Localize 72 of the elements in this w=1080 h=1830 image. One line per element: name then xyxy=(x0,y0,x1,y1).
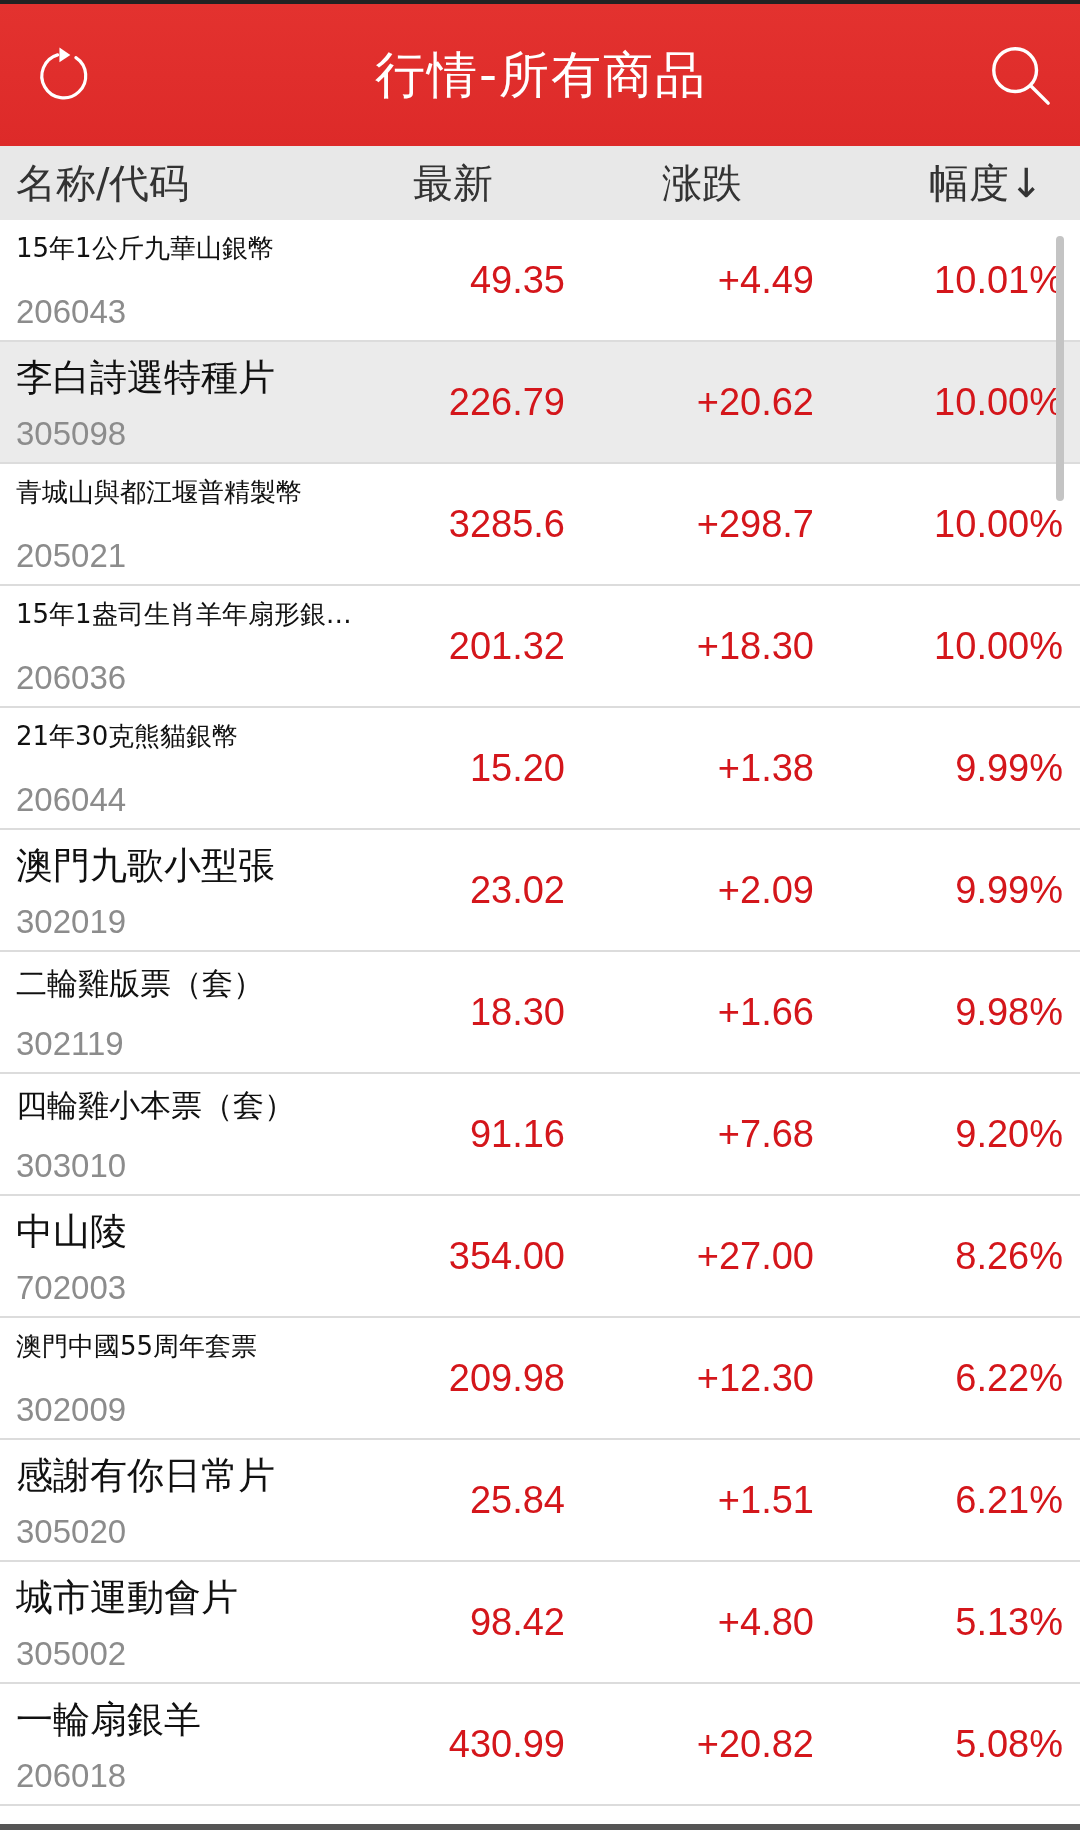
product-name: 15年1公斤九華山銀幣 xyxy=(16,232,275,265)
product-name: 一輪扇銀羊 xyxy=(16,1697,202,1743)
latest-price: 209.98 xyxy=(447,1356,565,1400)
price-change: +1.38 xyxy=(716,746,814,790)
product-code: 302019 xyxy=(16,902,128,942)
change-percent: 9.99% xyxy=(954,746,1063,790)
quote-row[interactable]: 李白詩選特種片 305098 226.79 +20.62 10.00% xyxy=(0,342,1080,464)
price-change: +2.09 xyxy=(716,868,814,912)
latest-price: 354.00 xyxy=(447,1234,565,1278)
product-name: 感謝有你日常片 xyxy=(16,1453,276,1499)
latest-price: 23.02 xyxy=(468,868,565,912)
latest-price: 98.42 xyxy=(468,1600,565,1644)
change-percent: 6.21% xyxy=(954,1478,1063,1522)
product-code: 702003 xyxy=(16,1268,128,1308)
latest-price: 25.84 xyxy=(468,1478,565,1522)
latest-price: 15.20 xyxy=(468,746,565,790)
price-change: +12.30 xyxy=(695,1356,814,1400)
scrollbar[interactable] xyxy=(1056,236,1064,501)
product-code: 303010 xyxy=(16,1146,128,1186)
product-name: 中山陵 xyxy=(16,1209,128,1255)
latest-price: 18.30 xyxy=(468,990,565,1034)
product-name: 城市運動會片 xyxy=(16,1575,239,1621)
product-name: 四輪雞小本票（套） xyxy=(16,1086,296,1125)
latest-price: 49.35 xyxy=(468,258,565,302)
product-code: 206018 xyxy=(16,1756,128,1796)
price-change: +4.49 xyxy=(716,258,814,302)
product-name: 15年1盎司生肖羊年扇形銀… xyxy=(16,598,353,631)
product-name: 21年30克熊貓銀幣 xyxy=(16,720,240,753)
price-change: +298.7 xyxy=(695,502,814,546)
latest-price: 3285.6 xyxy=(447,502,565,546)
latest-price: 226.79 xyxy=(447,380,565,424)
change-percent: 8.26% xyxy=(954,1234,1063,1278)
product-code: 302009 xyxy=(16,1390,128,1430)
latest-price: 201.32 xyxy=(447,624,565,668)
column-header[interactable]: 幅度↓ xyxy=(814,155,1063,211)
change-percent: 10.00% xyxy=(933,502,1063,546)
change-percent: 9.20% xyxy=(954,1112,1063,1156)
product-code: 206044 xyxy=(16,780,128,820)
change-percent: 5.13% xyxy=(954,1600,1063,1644)
change-percent: 6.22% xyxy=(954,1356,1063,1400)
price-change: +1.51 xyxy=(716,1478,814,1522)
price-change: +20.82 xyxy=(695,1722,814,1766)
price-change: +27.00 xyxy=(695,1234,814,1278)
change-percent: 5.08% xyxy=(954,1722,1063,1766)
product-code: 302119 xyxy=(16,1024,125,1064)
product-name: 李白詩選特種片 xyxy=(16,355,276,401)
product-code: 206043 xyxy=(16,292,128,332)
change-percent: 9.98% xyxy=(954,990,1063,1034)
product-name: 青城山與都江堰普精製幣 xyxy=(16,476,303,509)
change-percent: 10.00% xyxy=(933,624,1063,668)
column-header[interactable]: 最新 xyxy=(340,155,565,211)
column-header[interactable]: 名称/代码 xyxy=(0,155,340,211)
product-code: 305020 xyxy=(16,1512,128,1552)
product-code: 205021 xyxy=(16,536,128,576)
product-name: 澳門九歌小型張 xyxy=(16,843,276,889)
change-percent: 9.99% xyxy=(954,868,1063,912)
price-change: +18.30 xyxy=(695,624,814,668)
product-code: 305002 xyxy=(16,1634,128,1674)
price-change: +7.68 xyxy=(716,1112,814,1156)
latest-price: 91.16 xyxy=(468,1112,565,1156)
product-name: 二輪雞版票（套） xyxy=(16,964,265,1003)
change-percent: 10.01% xyxy=(933,258,1063,302)
product-code: 305098 xyxy=(16,414,128,454)
product-code: 206036 xyxy=(16,658,128,698)
price-change: +20.62 xyxy=(695,380,814,424)
page-title: 行情-所有商品 xyxy=(374,44,707,106)
change-percent: 10.00% xyxy=(933,380,1063,424)
product-name: 澳門中國55周年套票 xyxy=(16,1330,259,1363)
column-header[interactable]: 涨跌 xyxy=(565,155,814,211)
price-change: +1.66 xyxy=(716,990,814,1034)
price-change: +4.80 xyxy=(716,1600,814,1644)
latest-price: 430.99 xyxy=(447,1722,565,1766)
